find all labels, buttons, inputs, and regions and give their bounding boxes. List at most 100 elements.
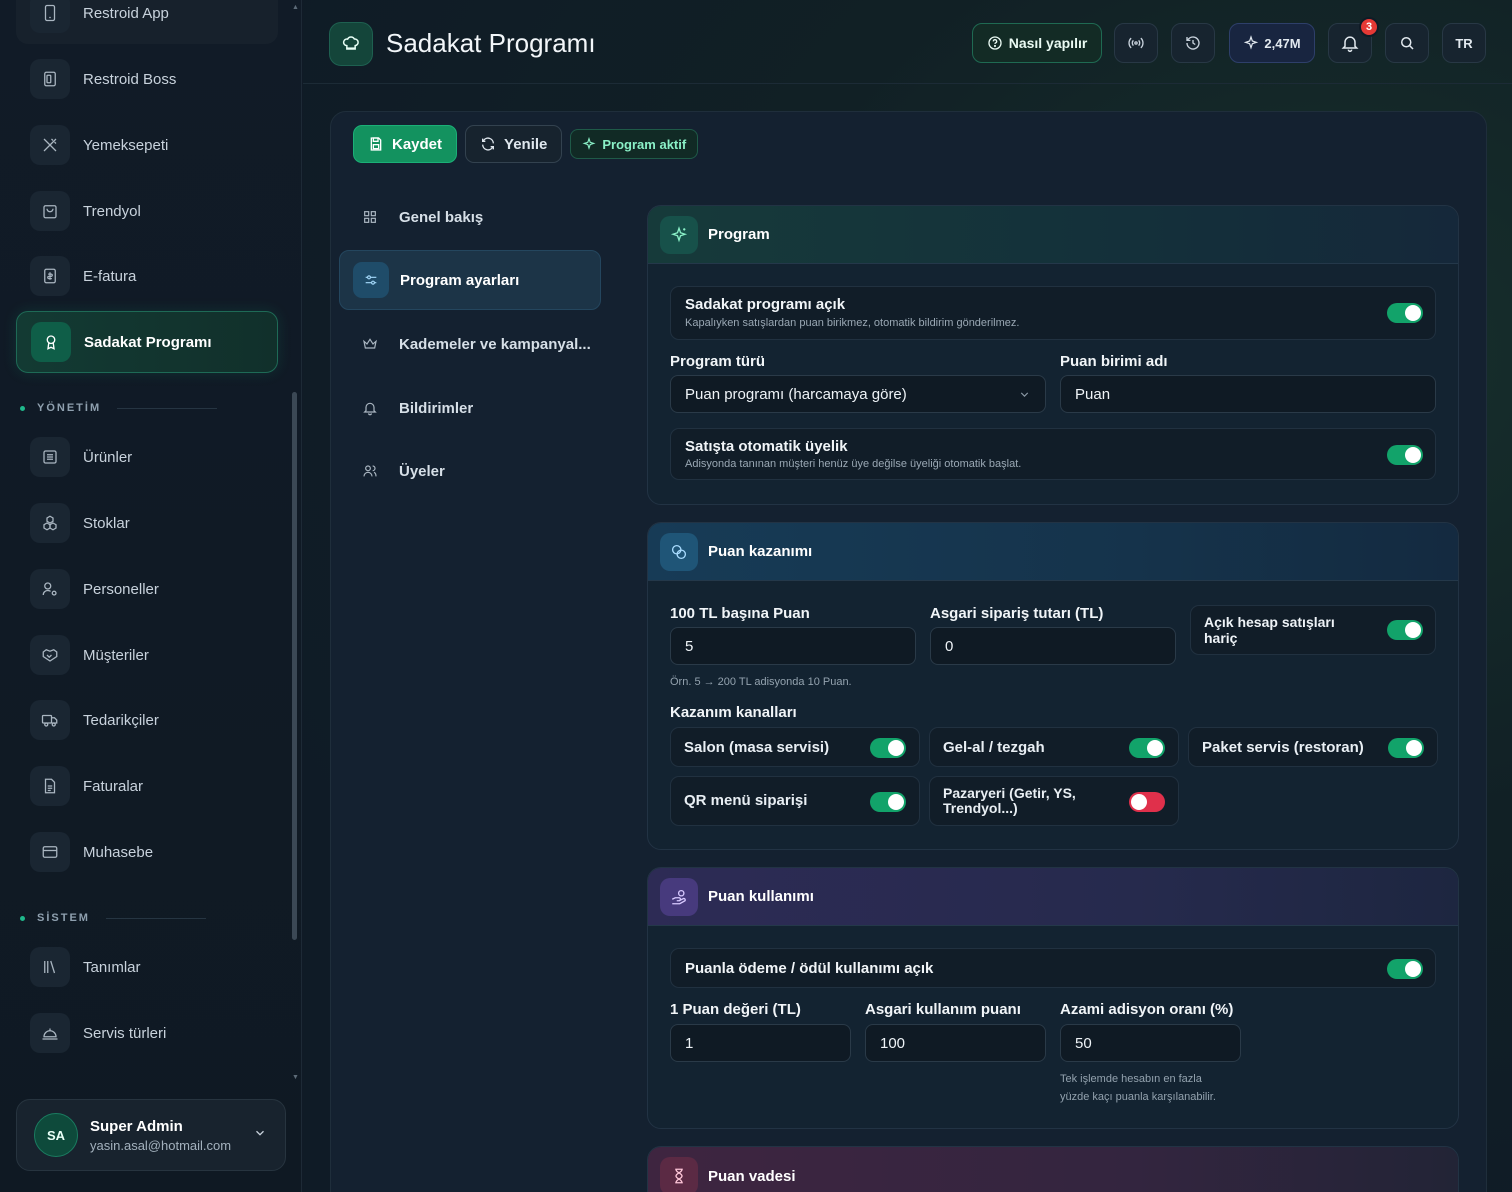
point-value-input[interactable]: 1 [670, 1024, 851, 1062]
min-points-value: 100 [880, 1034, 906, 1052]
search-button[interactable] [1385, 23, 1429, 63]
sidebar-item-sadakat-programi[interactable]: Sadakat Programı [16, 311, 278, 373]
scroll-down-arrow[interactable]: ▼ [292, 1074, 299, 1081]
sidebar-item-label: E-fatura [83, 267, 137, 285]
row-description: Kapalıyken satışlardan puan birikmez, ot… [685, 317, 1020, 329]
sidebar-item-label: Stoklar [83, 514, 130, 532]
page-title: Sadakat Programı [386, 28, 596, 58]
open-account-toggle[interactable] [1387, 620, 1423, 640]
max-ratio-input[interactable]: 50 [1060, 1024, 1241, 1062]
scroll-up-arrow[interactable]: ▲ [292, 4, 299, 11]
channel-salon-toggle[interactable] [870, 738, 906, 758]
hourglass-icon [660, 1157, 698, 1192]
user-name: Super Admin [90, 1117, 183, 1135]
subnav-label: Program ayarları [400, 271, 520, 289]
sidebar-item-restroid-boss[interactable]: Restroid Boss [16, 48, 278, 110]
section-divider [105, 917, 206, 919]
point-unit-label: Puan birimi adı [1060, 353, 1168, 370]
sidebar-item-servis-turleri[interactable]: Servis türleri [16, 1002, 278, 1064]
sidebar: Restroid App Restroid Boss Yemeksepeti T… [0, 0, 302, 1192]
bell-icon [361, 400, 379, 416]
subnav-uyeler[interactable]: Üyeler [339, 441, 601, 501]
notification-badge: 3 [1359, 17, 1379, 37]
sidebar-item-label: Faturalar [83, 777, 144, 795]
sidebar-item-urunler[interactable]: Ürünler [16, 426, 278, 488]
channel-gel-al-toggle[interactable] [1129, 738, 1165, 758]
sidebar-item-label: Ürünler [83, 448, 133, 466]
card-title: Puan kazanımı [708, 543, 813, 560]
sidebar-nav: Restroid App Restroid Boss Yemeksepeti T… [0, 0, 292, 1085]
sidebar-item-muhasebe[interactable]: Muhasebe [16, 821, 278, 883]
subnav-bildirimler[interactable]: Bildirimler [339, 378, 601, 438]
sparkle-icon [660, 215, 698, 254]
subnav-genel-bakis[interactable]: Genel bakış [339, 187, 601, 247]
open-account-row: Açık hesap satışları hariç [1190, 605, 1436, 655]
program-type-select[interactable]: Puan programı (harcamaya göre) [670, 375, 1046, 413]
sidebar-item-label: Servis türleri [83, 1024, 167, 1042]
channel-label: Gel-al / tezgah [943, 739, 1045, 756]
point-unit-input[interactable]: Puan [1060, 375, 1436, 413]
points-per-100-value: 5 [685, 637, 694, 655]
channel-label: Paket servis (restoran) [1202, 739, 1364, 756]
subnav-kademeler[interactable]: Kademeler ve kampanyal... [339, 314, 601, 374]
ai-credits-button[interactable]: 2,47M [1229, 23, 1315, 63]
hint-line: yüzde kaçı puanla karşılanabilir. [1060, 1091, 1216, 1103]
min-order-label: Asgari sipariş tutarı (TL) [930, 605, 1104, 622]
channel-paket-servis: Paket servis (restoran) [1188, 727, 1438, 767]
sidebar-item-faturalar[interactable]: Faturalar [16, 755, 278, 817]
user-menu[interactable]: SA Super Admin yasin.asal@hotmail.com [16, 1099, 286, 1171]
sidebar-item-yemeksepeti[interactable]: Yemeksepeti [16, 114, 278, 176]
min-order-input[interactable]: 0 [930, 627, 1176, 665]
channel-pazaryeri-toggle[interactable] [1129, 792, 1165, 812]
channel-salon: Salon (masa servisi) [670, 727, 920, 767]
chef-hat-icon [329, 22, 373, 66]
program-type-value: Puan programı (harcamaya göre) [685, 385, 907, 403]
save-button[interactable]: Kaydet [353, 125, 458, 163]
sidebar-item-tanimlar[interactable]: Tanımlar [16, 936, 278, 998]
channel-qr-menu-toggle[interactable] [870, 792, 906, 812]
language-button[interactable]: TR [1442, 23, 1486, 63]
card-header: Puan kazanımı [648, 523, 1458, 581]
points-per-100-label: 100 TL başına Puan [670, 605, 810, 622]
sidebar-item-personeller[interactable]: Personeller [16, 558, 278, 620]
auto-membership-toggle[interactable] [1387, 445, 1423, 465]
sidebar-item-musteriler[interactable]: Müşteriler [16, 624, 278, 686]
sidebar-item-label: Restroid Boss [83, 70, 177, 88]
award-icon [31, 322, 71, 362]
sidebar-item-e-fatura[interactable]: E-fatura [16, 245, 278, 307]
main-content: Sadakat Programı Nasıl yapılır 2,47M 3 T… [303, 0, 1512, 1192]
notifications-button[interactable]: 3 [1328, 17, 1379, 63]
min-points-input[interactable]: 100 [865, 1024, 1046, 1062]
sidebar-item-label: Trendyol [83, 202, 141, 220]
save-icon [370, 137, 382, 151]
program-card: Program Sadakat programı açık Kapalıyken… [647, 205, 1459, 505]
subnav-label: Kademeler ve kampanyal... [399, 335, 591, 353]
help-button[interactable]: Nasıl yapılır [972, 23, 1102, 63]
section-header-system: SİSTEM [20, 912, 206, 924]
refresh-button[interactable]: Yenile [465, 125, 563, 163]
sidebar-item-tedarikciler[interactable]: Tedarikçiler [16, 689, 278, 751]
history-button[interactable] [1171, 23, 1215, 63]
points-per-100-input[interactable]: 5 [670, 627, 916, 665]
broadcast-button[interactable] [1114, 23, 1158, 63]
sidebar-item-label: Yemeksepeti [83, 136, 169, 154]
subnav-label: Bildirimler [399, 399, 474, 417]
program-enabled-toggle[interactable] [1387, 303, 1423, 323]
save-button-label: Kaydet [392, 135, 443, 153]
point-value-value: 1 [685, 1034, 694, 1052]
sidebar-item-trendyol[interactable]: Trendyol [16, 180, 278, 242]
search-icon [1401, 37, 1414, 50]
card-header: Puan kullanımı [648, 868, 1458, 926]
card-title: Puan kullanımı [708, 888, 814, 905]
channel-paket-servis-toggle[interactable] [1388, 738, 1424, 758]
sidebar-item-label: Muhasebe [83, 843, 154, 861]
help-button-label: Nasıl yapılır [1008, 35, 1088, 51]
sidebar-item-stoklar[interactable]: Stoklar [16, 492, 278, 554]
sidebar-scrollbar[interactable] [292, 392, 297, 940]
ai-credits-value: 2,47M [1264, 35, 1301, 51]
refresh-icon [482, 137, 495, 151]
usage-enabled-toggle[interactable] [1387, 959, 1423, 979]
subnav-program-ayarlari[interactable]: Program ayarları [339, 250, 601, 310]
sidebar-item-restroid-app[interactable]: Restroid App [16, 0, 278, 44]
channel-gel-al: Gel-al / tezgah [929, 727, 1179, 767]
